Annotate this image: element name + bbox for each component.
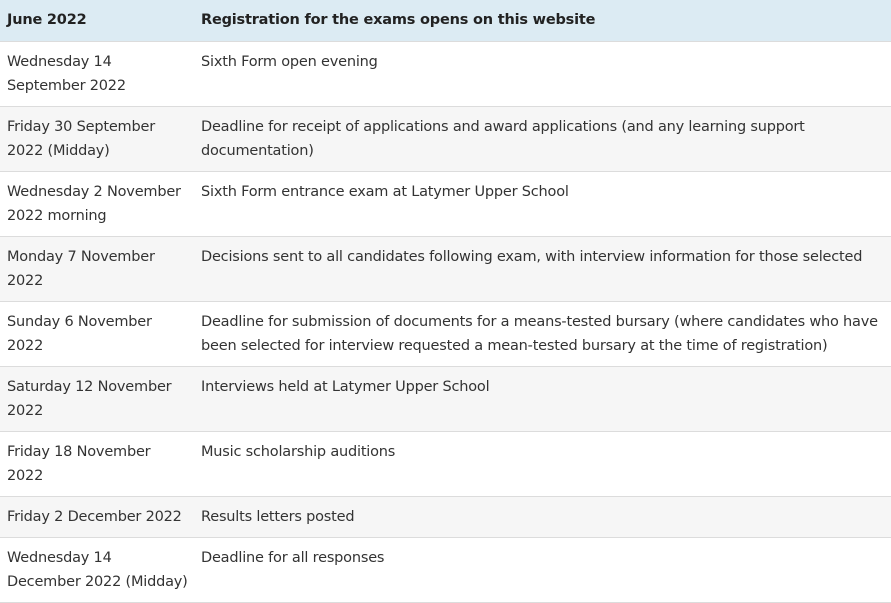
table-row: Wednesday 14 September 2022 Sixth Form op… <box>0 41 891 107</box>
row-event: Interviews held at Latymer Upper School <box>194 366 891 432</box>
row-event: Deadline for submission of documents for… <box>194 301 891 367</box>
row-date: Friday 30 September 2022 (Midday) <box>0 106 194 172</box>
table-row: Friday 30 September 2022 (Midday) Deadlin… <box>0 106 891 172</box>
table-row: Wednesday 14 December 2022 (Midday) Deadl… <box>0 537 891 603</box>
row-date: Wednesday 2 November 2022 morning <box>0 171 194 237</box>
row-event: Decisions sent to all candidates followi… <box>194 236 891 302</box>
table-row: Friday 18 November 2022 Music scholarship… <box>0 431 891 497</box>
row-event: Deadline for receipt of applications and… <box>194 106 891 172</box>
row-date: Wednesday 14 December 2022 (Midday) <box>0 537 194 603</box>
row-event: Deadline for all responses <box>194 537 891 603</box>
row-event: Sixth Form entrance exam at Latymer Uppe… <box>194 171 891 237</box>
row-event: Results letters posted <box>194 496 891 538</box>
row-date: Monday 7 November 2022 <box>0 236 194 302</box>
table-row: Sunday 6 November 2022 Deadline for submi… <box>0 301 891 367</box>
row-event: Music scholarship auditions <box>194 431 891 497</box>
row-date: Sunday 6 November 2022 <box>0 301 194 367</box>
row-date: Friday 2 December 2022 <box>0 496 194 538</box>
table-header: June 2022 Registration for the exams ope… <box>0 0 891 42</box>
row-date: Wednesday 14 September 2022 <box>0 41 194 107</box>
row-date: Saturday 12 November 2022 <box>0 366 194 432</box>
table-row: Wednesday 2 November 2022 morning Sixth F… <box>0 171 891 237</box>
admissions-timeline-table: June 2022 Registration for the exams ope… <box>0 0 891 603</box>
table-row: Saturday 12 November 2022 Interviews held… <box>0 366 891 432</box>
table-row: Friday 2 December 2022 Results letters po… <box>0 496 891 538</box>
table-row: Monday 7 November 2022 Decisions sent to … <box>0 236 891 302</box>
header-event: Registration for the exams opens on this… <box>194 0 891 42</box>
row-date: Friday 18 November 2022 <box>0 431 194 497</box>
header-date: June 2022 <box>0 0 194 42</box>
row-event: Sixth Form open evening <box>194 41 891 107</box>
